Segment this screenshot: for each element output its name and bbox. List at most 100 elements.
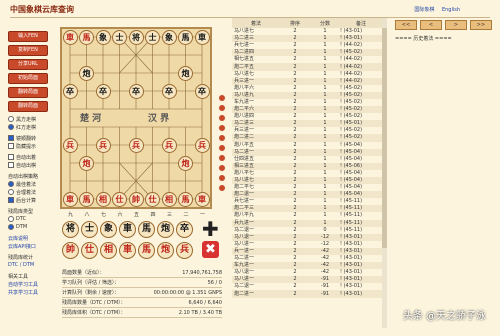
option-radio[interactable]: DTM	[8, 223, 54, 231]
table-scrollbar[interactable]	[382, 18, 387, 328]
radio-icon[interactable]	[8, 216, 14, 222]
board-piece[interactable]: 炮	[79, 65, 94, 81]
board-piece[interactable]: 車	[62, 191, 78, 207]
table-row[interactable]: 马八进七 2 1 ! (44-02)	[232, 71, 382, 78]
indicator-dot[interactable]	[219, 125, 225, 131]
checkbox-icon[interactable]	[8, 154, 14, 160]
table-row[interactable]: 马八进七 2 1! (43-01)	[232, 28, 382, 35]
table-header[interactable]: 分数	[310, 18, 340, 28]
sidebar-link[interactable]: 云库API接口	[8, 242, 54, 250]
nav-last-button[interactable]: >>	[470, 20, 492, 30]
table-header[interactable]: 排序	[280, 18, 310, 28]
board-piece[interactable]: 兵	[194, 137, 210, 153]
palette-piece[interactable]: 車	[119, 221, 136, 238]
table-row[interactable]: 马八进一 2 -91! (43-01)	[232, 276, 382, 284]
table-row[interactable]: 炮八平五 2 1 ! (45-04)	[232, 142, 382, 149]
board-piece[interactable]: 卒	[161, 83, 177, 99]
delete-piece-icon[interactable]: ✖	[202, 241, 219, 258]
add-piece-icon[interactable]: ✚	[202, 219, 219, 239]
table-row[interactable]: 车九进一 2 -42! (43-01)	[232, 262, 382, 270]
table-row[interactable]: 炮二平三 2 1! (45-11)	[232, 205, 382, 213]
table-row[interactable]: 炮八进四 2 1! (45-02)	[232, 113, 382, 120]
board-piece[interactable]: 馬	[178, 191, 193, 207]
left-button-5[interactable]: 翻转局面	[8, 101, 48, 112]
radio-icon[interactable]	[8, 189, 14, 195]
palette-piece[interactable]: 仕	[81, 242, 98, 259]
indicator-dot[interactable]	[219, 145, 225, 151]
checkbox-icon[interactable]	[8, 143, 14, 149]
table-row[interactable]: 马八进一 2 -12 ! (43-01)	[232, 241, 382, 248]
table-row[interactable]: 炮二退一 2 1! (45-04)	[232, 191, 382, 199]
left-button-0[interactable]: 输入FEN	[8, 31, 48, 42]
indicator-dot[interactable]	[219, 175, 225, 181]
option-radio[interactable]: 最佳着法	[8, 180, 54, 188]
board-piece[interactable]: 象	[95, 29, 111, 45]
chess-board[interactable]: 楚 河 汉 界 車馬象士将士象馬車炮炮卒卒卒卒卒兵兵兵兵兵炮炮車馬相仕帥仕相馬車	[60, 27, 212, 209]
radio-icon[interactable]	[8, 116, 14, 122]
nav-next-button[interactable]: >	[445, 20, 467, 30]
palette-piece[interactable]: 相	[100, 242, 117, 259]
link-english[interactable]: English	[442, 7, 460, 13]
table-row[interactable]: 马二进三 2 1! (45-01)	[232, 120, 382, 128]
board-piece[interactable]: 仕	[145, 191, 160, 207]
palette-piece[interactable]: 将	[62, 221, 79, 238]
table-row[interactable]: 兵三进一 2 1! (44-02)	[232, 77, 382, 85]
table-row[interactable]: 马二退一 2 -91 ! (43-01)	[232, 283, 382, 290]
board-piece[interactable]: 帥	[128, 191, 144, 207]
palette-piece[interactable]: 炮	[157, 221, 174, 238]
left-button-2[interactable]: 分享URL	[8, 59, 48, 70]
indicator-dot[interactable]	[219, 165, 225, 171]
board-piece[interactable]: 将	[128, 29, 144, 45]
nav-prev-button[interactable]: <	[420, 20, 442, 30]
table-row[interactable]: 炮八平六 2 1 ! (45-02)	[232, 85, 382, 92]
table-row[interactable]: 马八进九 2 1! (45-02)	[232, 91, 382, 99]
board-piece[interactable]: 馬	[178, 29, 193, 45]
table-row[interactable]: 马二进一 2 1! (45-04)	[232, 148, 382, 156]
board-piece[interactable]: 馬	[79, 191, 94, 207]
table-row[interactable]: 相三进五 2 1! (45-06)	[232, 162, 382, 170]
board-piece[interactable]: 馬	[79, 29, 94, 45]
option-radio[interactable]: 合理着法	[8, 188, 54, 196]
board-piece[interactable]: 卒	[194, 83, 210, 99]
option-radio[interactable]: 红方走棋	[8, 123, 54, 131]
table-header[interactable]: 备注	[340, 18, 382, 28]
indicator-dot[interactable]	[219, 135, 225, 141]
sidebar-link[interactable]: 云库说明	[8, 234, 54, 242]
palette-piece[interactable]: 炮	[157, 242, 174, 259]
palette-piece[interactable]: 兵	[176, 242, 193, 259]
radio-icon[interactable]	[8, 124, 14, 130]
table-row[interactable]: 炮八平九 2 1 ! (45-11)	[232, 212, 382, 219]
table-row[interactable]: 马二退一 2 0 ! (45-11)	[232, 227, 382, 234]
palette-piece[interactable]: 帥	[62, 242, 79, 259]
option-check[interactable]: 自动出着	[8, 153, 54, 161]
table-row[interactable]: 兵七进一 2 1! (44-02)	[232, 42, 382, 49]
table-row[interactable]: 马八退一 2 -42! (43-01)	[232, 269, 382, 276]
board-piece[interactable]: 車	[62, 29, 78, 45]
board-piece[interactable]: 士	[112, 29, 127, 45]
board-piece[interactable]: 兵	[62, 137, 78, 153]
table-row[interactable]: 马二进三 2 1! (43-01)	[232, 35, 382, 43]
palette-piece[interactable]: 士	[81, 221, 98, 238]
board-piece[interactable]: 兵	[161, 137, 177, 153]
indicator-dot[interactable]	[219, 95, 225, 101]
board-piece[interactable]: 車	[194, 191, 210, 207]
table-row[interactable]: 炮二平六 2 1! (45-02)	[232, 106, 382, 114]
table-row[interactable]: 炮二平七 2 1! (45-04)	[232, 184, 382, 191]
table-row[interactable]: 炮二进一 2 -91! (43-01)	[232, 290, 382, 298]
board-piece[interactable]: 車	[194, 29, 210, 45]
table-row[interactable]: 兵七进一 2 1! (45-11)	[232, 198, 382, 205]
board-piece[interactable]: 相	[95, 191, 111, 207]
palette-piece[interactable]: 象	[100, 221, 117, 238]
table-row[interactable]: 兵三进一 2 1! (45-02)	[232, 127, 382, 134]
indicator-dot[interactable]	[219, 185, 225, 191]
table-row[interactable]: 马八退一 2 -12! (43-01)	[232, 233, 382, 241]
indicator-dot[interactable]	[219, 115, 225, 121]
board-piece[interactable]: 卒	[95, 83, 111, 99]
indicator-dot[interactable]	[219, 105, 225, 111]
palette-piece[interactable]: 馬	[138, 242, 155, 259]
table-row[interactable]: 兵一进一 2 -42! (43-01)	[232, 247, 382, 255]
board-piece[interactable]: 卒	[128, 83, 144, 99]
radio-icon[interactable]	[8, 181, 14, 187]
option-check[interactable]: 隐藏提示	[8, 142, 54, 150]
board-piece[interactable]: 兵	[95, 137, 111, 153]
